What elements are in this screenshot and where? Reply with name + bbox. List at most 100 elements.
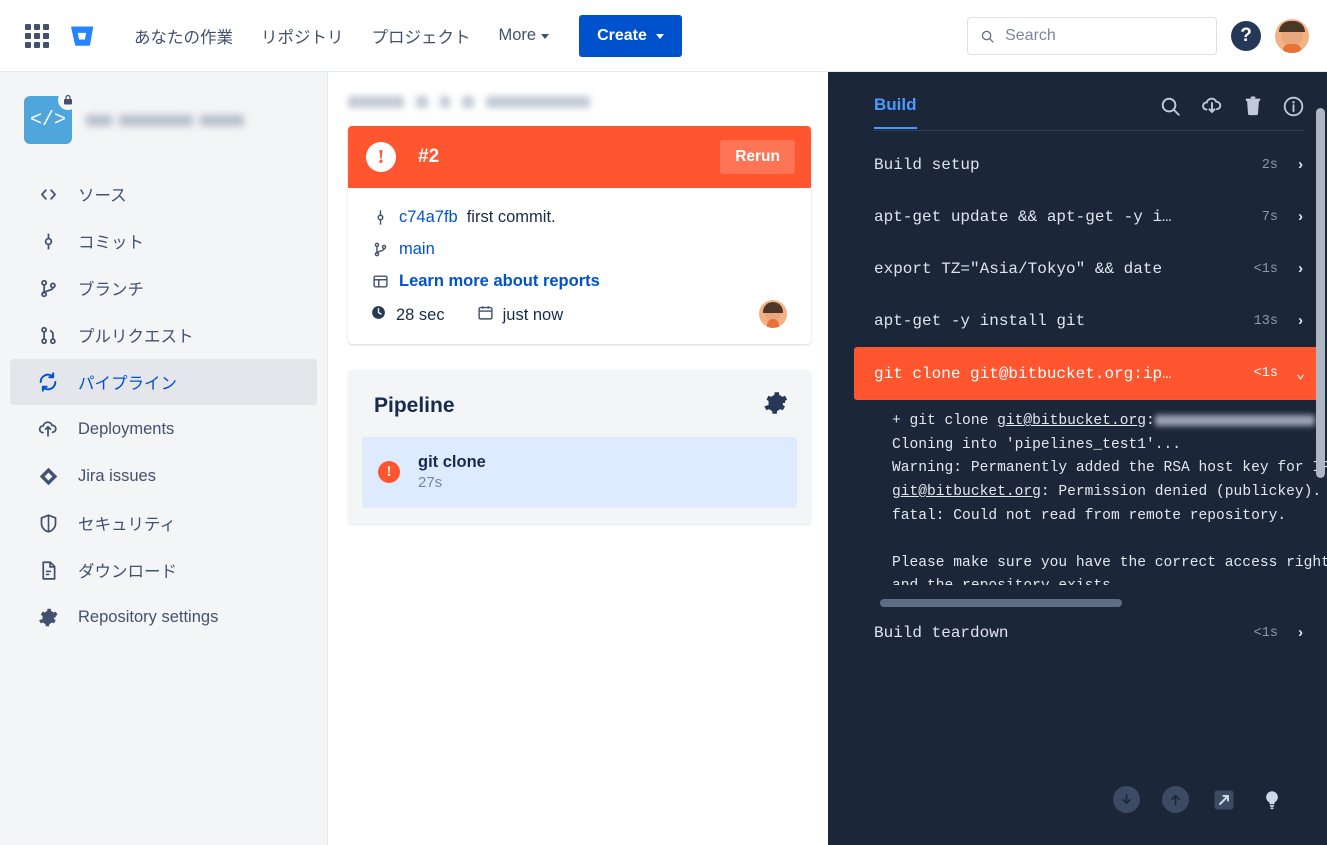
chevron-right-icon: ›	[1296, 625, 1305, 642]
log-step-duration: 2s	[1262, 158, 1278, 173]
bitbucket-logo-icon[interactable]	[66, 20, 98, 52]
bitbucket-url-link[interactable]: git@bitbucket.org	[997, 413, 1146, 429]
breadcrumb	[348, 96, 828, 108]
log-step-apt-get-update[interactable]: apt-get update && apt-get -y i… 7s ›	[874, 191, 1305, 243]
sidebar-item-deployments[interactable]: Deployments	[10, 406, 317, 452]
chevron-down-icon	[541, 34, 549, 39]
repository-header[interactable]: </>	[0, 86, 327, 170]
scroll-to-top-button[interactable]	[1162, 786, 1189, 813]
bitbucket-url-link[interactable]: git@bitbucket.org	[892, 484, 1041, 500]
log-line: Please make sure you have the correct ac…	[892, 555, 1327, 571]
build-status-header: ! #2 Rerun	[348, 126, 811, 188]
nav-link-repositories[interactable]: リポジトリ	[247, 16, 358, 56]
sidebar-item-label: ブランチ	[78, 276, 144, 300]
grid-apps-icon[interactable]	[22, 21, 52, 51]
avatar-hair	[763, 302, 783, 313]
download-cloud-icon[interactable]	[1200, 94, 1224, 118]
lightbulb-icon[interactable]	[1259, 787, 1285, 813]
error-exclamation-icon: !	[366, 142, 396, 172]
log-bottom-toolbar	[1113, 786, 1285, 813]
top-navigation-bar: あなたの作業 リポジトリ プロジェクト More Create ?	[0, 0, 1327, 72]
avatar-body	[767, 319, 779, 328]
log-vertical-scrollbar[interactable]	[1316, 108, 1325, 478]
sidebar-item-downloads[interactable]: ダウンロード	[10, 547, 317, 593]
rerun-button[interactable]: Rerun	[720, 140, 795, 174]
pipeline-step-name: git clone	[418, 451, 486, 473]
learn-more-reports-link[interactable]: Learn more about reports	[399, 272, 600, 291]
shield-icon	[36, 511, 60, 535]
primary-nav-links: あなたの作業 リポジトリ プロジェクト More	[120, 16, 563, 56]
log-toolbar	[1159, 94, 1305, 130]
build-duration: 28 sec	[396, 306, 445, 325]
sidebar-item-branches[interactable]: ブランチ	[10, 265, 317, 311]
commit-icon	[36, 229, 60, 253]
tab-build[interactable]: Build	[874, 95, 917, 129]
branch-icon	[370, 241, 390, 258]
help-icon[interactable]: ?	[1231, 21, 1261, 51]
sidebar-item-pull-requests[interactable]: プルリクエスト	[10, 312, 317, 358]
commit-message: first commit.	[467, 208, 556, 227]
sidebar-item-label: パイプライン	[78, 370, 177, 394]
sidebar-item-security[interactable]: セキュリティ	[10, 500, 317, 546]
log-line: Cloning into 'pipelines_test1'...	[892, 437, 1181, 453]
commit-row: c74a7fb first commit.	[370, 208, 793, 227]
avatar-body	[1283, 44, 1301, 53]
log-line: Warning: Permanently added the RSA host …	[892, 460, 1327, 476]
pipeline-step-duration: 27s	[418, 473, 486, 493]
create-button-label: Create	[597, 27, 647, 45]
sidebar-item-source[interactable]: ソース	[10, 171, 317, 217]
build-author-avatar[interactable]	[759, 300, 787, 328]
log-step-duration: <1s	[1254, 626, 1278, 641]
log-horizontal-scrollbar[interactable]	[880, 599, 1122, 607]
chevron-right-icon: ›	[1296, 209, 1305, 226]
user-avatar[interactable]	[1275, 19, 1309, 53]
scroll-to-bottom-button[interactable]	[1113, 786, 1140, 813]
fullscreen-icon[interactable]	[1211, 787, 1237, 813]
sidebar-item-pipelines[interactable]: パイプライン	[10, 359, 317, 405]
pipeline-step-git-clone[interactable]: ! git clone 27s	[362, 437, 797, 508]
search-logs-button[interactable]	[1159, 95, 1182, 118]
log-step-duration: 13s	[1254, 314, 1278, 329]
gear-icon[interactable]	[763, 390, 789, 421]
nav-link-projects[interactable]: プロジェクト	[358, 16, 485, 56]
help-label: ?	[1240, 25, 1252, 47]
log-step-duration: 7s	[1262, 210, 1278, 225]
repo-path-blurred	[1155, 415, 1315, 426]
log-tab-bar: Build	[828, 72, 1327, 130]
log-step-build-setup[interactable]: Build setup 2s ›	[874, 139, 1305, 191]
chevron-down-icon: ⌄	[1296, 364, 1305, 383]
info-circle-icon[interactable]	[1282, 95, 1305, 118]
log-step-install-git[interactable]: apt-get -y install git 13s ›	[874, 295, 1305, 347]
commit-icon	[370, 209, 390, 226]
search-icon	[980, 28, 995, 45]
nav-link-label: あなたの作業	[134, 24, 233, 48]
create-button[interactable]: Create	[579, 15, 682, 57]
document-download-icon	[36, 558, 60, 582]
pipeline-header: Pipeline	[362, 384, 797, 437]
sidebar-item-commits[interactable]: コミット	[10, 218, 317, 264]
log-step-label: apt-get update && apt-get -y i…	[874, 208, 1262, 226]
trash-icon[interactable]	[1242, 95, 1264, 117]
code-brackets-icon	[36, 182, 60, 206]
log-step-build-teardown[interactable]: Build teardown <1s ›	[874, 607, 1305, 659]
sidebar-item-jira-issues[interactable]: Jira issues	[10, 453, 317, 499]
search-box[interactable]	[967, 17, 1217, 55]
log-line: + git clone git@bitbucket.org:	[892, 413, 1315, 429]
log-step-label: Build setup	[874, 156, 1262, 174]
chevron-right-icon: ›	[1296, 157, 1305, 174]
sidebar-item-label: セキュリティ	[78, 511, 176, 535]
chevron-down-icon	[656, 34, 664, 39]
search-input[interactable]	[1005, 27, 1204, 45]
nav-link-your-work[interactable]: あなたの作業	[120, 16, 247, 56]
nav-link-label: リポジトリ	[261, 24, 344, 48]
code-brackets-icon: </>	[24, 96, 72, 144]
commit-hash-link[interactable]: c74a7fb	[399, 208, 458, 227]
log-step-git-clone[interactable]: git clone git@bitbucket.org:ip… <1s ⌄	[854, 347, 1319, 400]
sidebar-item-label: Repository settings	[78, 608, 218, 627]
nav-link-more[interactable]: More	[485, 18, 564, 53]
branch-link[interactable]: main	[399, 240, 435, 259]
sidebar-item-repository-settings[interactable]: Repository settings	[10, 594, 317, 640]
log-step-export-tz[interactable]: export TZ="Asia/Tokyo" && date <1s ›	[874, 243, 1305, 295]
build-summary-card: ! #2 Rerun c74a7fb first commit.	[348, 126, 811, 344]
pipeline-card: Pipeline ! git clone 27s	[348, 370, 811, 524]
